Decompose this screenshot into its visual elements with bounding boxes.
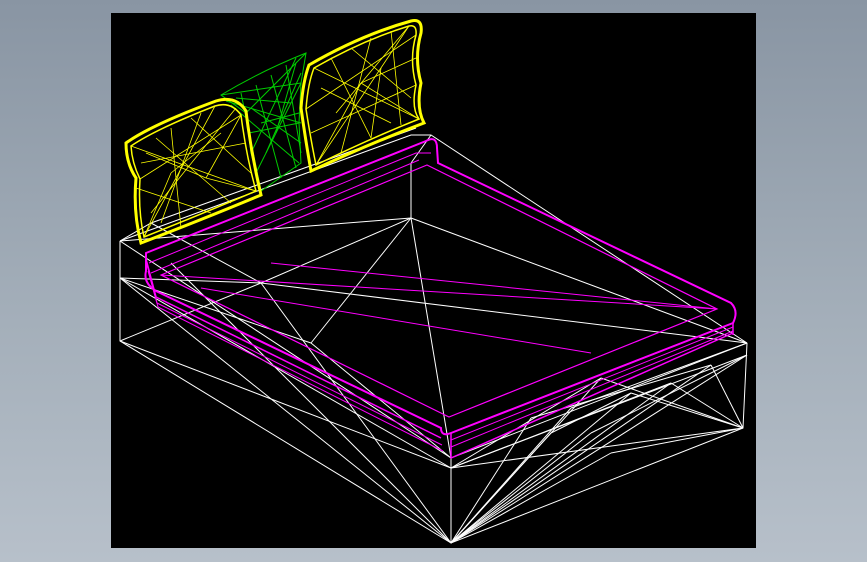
wireframe-scene[interactable] <box>111 13 756 548</box>
left-cushion-wireframe[interactable] <box>124 97 263 245</box>
application-background <box>0 0 867 562</box>
cad-viewport[interactable] <box>111 13 756 548</box>
center-pillow-wireframe[interactable] <box>220 52 307 192</box>
